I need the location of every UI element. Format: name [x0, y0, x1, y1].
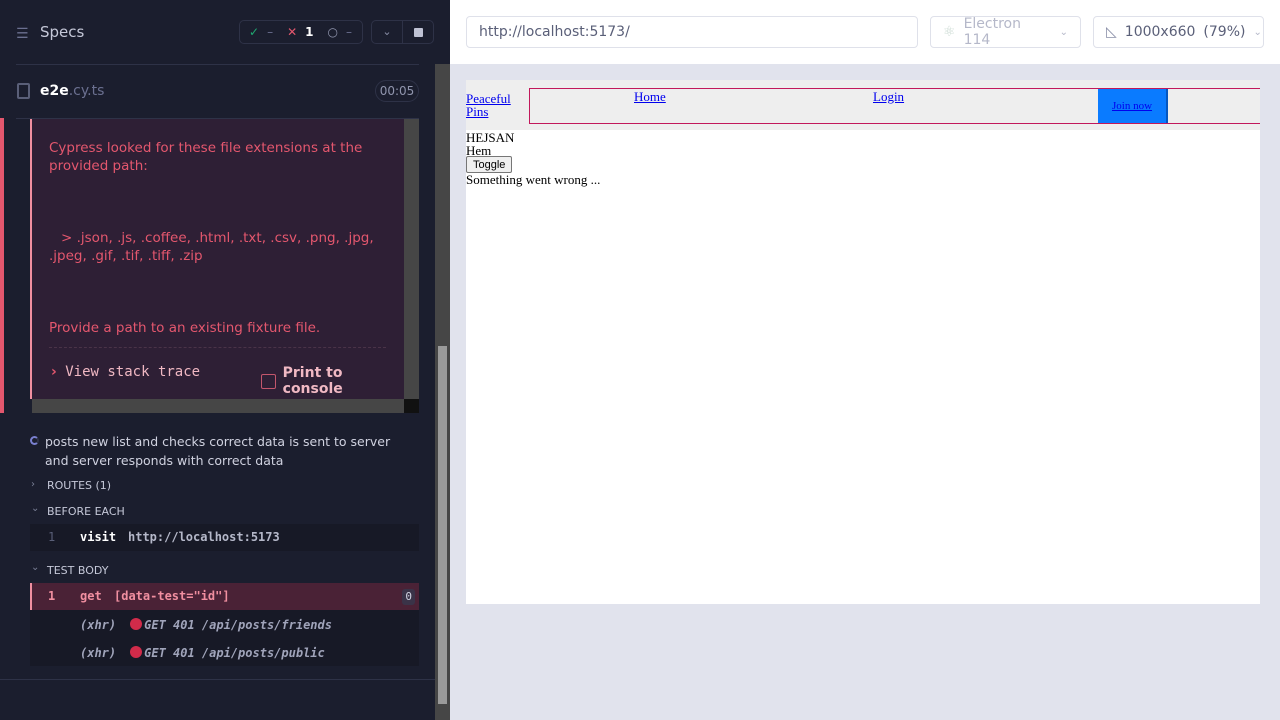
error-line-2: > .json, .js, .coffee, .html, .txt, .csv…	[49, 230, 374, 264]
join-now-link[interactable]: Join now	[1112, 100, 1152, 112]
divider	[16, 64, 419, 65]
passed-count: –	[267, 25, 274, 39]
xhr-list: (xhr) GET 401 /api/posts/friends (xhr) GET…	[30, 610, 419, 666]
command-visit[interactable]: 1 visit http://localhost:5173	[30, 524, 419, 551]
command-arg: http://localhost:5173	[128, 530, 280, 544]
xhr-row[interactable]: (xhr) GET 401 /api/posts/friends	[80, 618, 332, 632]
error-line-3: Provide a path to an existing fixture fi…	[49, 320, 321, 336]
file-icon	[17, 83, 30, 99]
chevron-down-icon: ⌄	[31, 562, 40, 573]
x-icon: ✕	[287, 25, 298, 39]
xhr-row[interactable]: (xhr) GET 401 /api/posts/public	[80, 646, 325, 660]
before-each-header[interactable]: BEFORE EACH	[47, 505, 125, 518]
nav-box: Home Login Join now	[529, 88, 1260, 124]
reporter-scrollbar[interactable]	[435, 64, 450, 720]
ruler-icon: ◺	[1106, 24, 1117, 40]
browser-name: Electron 114	[963, 16, 1021, 48]
error-message: Something went wrong ...	[466, 172, 601, 187]
xhr-text: GET 401 /api/posts/public	[144, 646, 325, 660]
viewport-selector[interactable]: ◺ 1000x660 (79%) ⌄	[1093, 16, 1264, 48]
app-navbar: Peaceful Pins Home Login Join now	[466, 80, 1260, 130]
stop-button[interactable]	[403, 21, 433, 43]
xhr-label: (xhr)	[80, 618, 117, 632]
print-label: Print to console	[282, 365, 343, 397]
chevron-down-icon: ⌄	[31, 503, 40, 514]
pending-count: –	[345, 25, 352, 39]
chevron-right-icon: ›	[51, 364, 57, 380]
print-to-console-button[interactable]: Print to console	[261, 365, 404, 397]
nav-home-link[interactable]: Home	[634, 89, 666, 105]
status-dot-icon	[130, 618, 143, 630]
failed-count: 1	[305, 25, 314, 39]
command-number: 1	[48, 530, 56, 544]
error-vscrollbar[interactable]	[404, 119, 419, 399]
pending-icon: ○	[327, 25, 338, 39]
specs-title[interactable]: Specs	[40, 23, 84, 41]
command-log-panel: ☰ Specs ✓ – ✕ 1 ○ – ⌄ e2e.cy.ts 00:05 Cypre…	[0, 0, 450, 720]
command-number: 1	[48, 589, 56, 603]
spec-name[interactable]: e2e.cy.ts	[40, 83, 104, 99]
spec-ext: .cy.ts	[68, 83, 105, 99]
aut-panel: http://localhost:5173/ ⚛ Electron 114 ⌄ ◺ 1…	[450, 0, 1280, 720]
element-count-badge: 0	[402, 589, 415, 605]
command-name: visit	[80, 530, 117, 544]
command-get-failed[interactable]: 1 get [data-test="id"] 0	[30, 583, 419, 610]
join-now-button[interactable]: Join now	[1098, 89, 1168, 123]
url-text: http://localhost:5173/	[479, 24, 630, 40]
error-hscrollbar[interactable]	[32, 399, 404, 413]
failed-test-indicator	[0, 118, 4, 413]
chevron-right-icon: ›	[31, 479, 35, 490]
test-body-header[interactable]: TEST BODY	[47, 564, 108, 577]
stats-bar: ✓ – ✕ 1 ○ –	[239, 20, 363, 44]
error-panel: Cypress looked for these file extensions…	[30, 119, 404, 399]
chevron-down-icon: ⌄	[1059, 26, 1068, 38]
command-arg: [data-test="id"]	[114, 589, 230, 603]
command-name: get	[80, 589, 102, 603]
view-stack-trace-button[interactable]: › View stack trace	[51, 364, 200, 380]
routes-header[interactable]: ROUTES (1)	[47, 479, 111, 492]
url-bar[interactable]: http://localhost:5173/	[466, 16, 918, 48]
check-icon: ✓	[249, 25, 260, 39]
stack-trace-label: View stack trace	[65, 364, 201, 380]
nav-login-link[interactable]: Login	[873, 89, 904, 105]
brand-link[interactable]: Peaceful Pins	[466, 92, 516, 118]
app-frame: Peaceful Pins Home Login Join now HEJSAN…	[466, 80, 1260, 604]
specs-icon[interactable]: ☰	[16, 26, 29, 42]
electron-icon: ⚛	[943, 24, 956, 40]
test-title[interactable]: posts new list and checks correct data i…	[45, 432, 395, 470]
running-spinner-icon	[30, 436, 39, 445]
scrollbar-thumb[interactable]	[438, 346, 447, 704]
viewport-size: 1000x660	[1124, 24, 1196, 40]
xhr-label: (xhr)	[80, 646, 117, 660]
viewport-scale: (79%)	[1203, 24, 1246, 40]
chevron-down-icon: ⌄	[1253, 26, 1262, 38]
chevron-down-icon[interactable]: ⌄	[372, 21, 403, 43]
error-line-1: Cypress looked for these file extensions…	[49, 140, 363, 174]
duration-badge: 00:05	[375, 80, 419, 102]
toggle-button[interactable]: Toggle	[466, 156, 513, 173]
spec-name-bold: e2e	[40, 83, 69, 99]
browser-selector[interactable]: ⚛ Electron 114 ⌄	[930, 16, 1081, 48]
controls: ⌄	[371, 20, 434, 44]
status-dot-icon	[130, 646, 143, 658]
xhr-text: GET 401 /api/posts/friends	[144, 618, 332, 632]
terminal-icon	[261, 373, 276, 389]
